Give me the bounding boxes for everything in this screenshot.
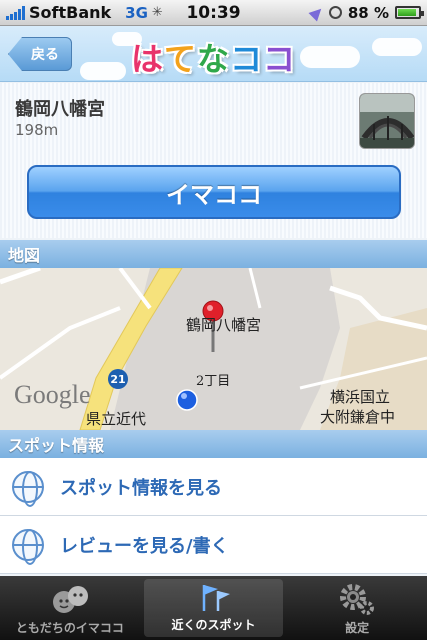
tab-label: 近くのスポット [171, 618, 256, 632]
nav-header: 戻る はてなココ [0, 26, 427, 82]
logo-char: コ [230, 40, 264, 78]
list-item-label: レビューを見る/書く [60, 535, 229, 557]
tab-label: 設定 [345, 621, 370, 635]
tab-settings[interactable]: 設定 [287, 576, 427, 640]
map-label-district: 2丁目 [196, 374, 231, 389]
globe-icon [12, 528, 44, 565]
list-item-spot-info[interactable]: スポット情報を見る [0, 458, 427, 516]
friends-icon [50, 582, 90, 616]
tab-nearby-spots[interactable]: 近くのスポット [143, 579, 284, 637]
route-shield-icon: 21 [108, 369, 128, 389]
globe-icon [12, 470, 44, 507]
list-item-label: スポット情報を見る [60, 477, 222, 499]
map-label-school-1: 横浜国立 [330, 388, 391, 406]
map-view[interactable]: 鶴岡八幡宮 2丁目 県立近代 横浜国立 大附鎌倉中 Google 21 [0, 268, 427, 430]
imacoco-button[interactable]: イマココ [27, 165, 401, 219]
current-location-icon [176, 389, 198, 411]
logo-char: コ [263, 40, 297, 78]
status-bar: SoftBank 3G ✳ 10:39 88 % [0, 0, 427, 26]
google-logo: Google [14, 380, 91, 409]
map-section-header: 地図 [0, 240, 427, 268]
logo-char: は [130, 40, 164, 78]
place-distance: 198m [15, 121, 59, 139]
spot-actions-list: スポット情報を見る レビューを見る/書く [0, 458, 427, 574]
place-thumbnail[interactable] [359, 93, 415, 149]
place-info-panel: 鶴岡八幡宮 198m イマココ [0, 83, 427, 238]
map-label-shrine: 鶴岡八幡宮 [186, 316, 262, 334]
logo-char: て [163, 40, 197, 78]
app-logo: はてなココ [0, 34, 427, 80]
map-label-museum: 県立近代 [86, 410, 147, 428]
tab-friends[interactable]: ともだちのイマココ [0, 576, 140, 640]
alarm-icon [328, 6, 342, 19]
place-name: 鶴岡八幡宮 [15, 99, 105, 120]
list-item-review[interactable]: レビューを見る/書く [0, 516, 427, 574]
battery-icon [395, 6, 424, 19]
map-label-school-2: 大附鎌倉中 [320, 408, 396, 426]
flags-icon [194, 579, 234, 613]
battery-percent: 88 % [347, 3, 389, 22]
gear-icon [337, 582, 377, 616]
tab-bar: ともだちのイマココ 近くのスポット 設定 [0, 576, 427, 640]
spot-section-header: スポット情報 [0, 430, 427, 458]
logo-char: な [196, 40, 230, 78]
location-arrow-icon [308, 4, 326, 21]
tab-label: ともだちのイマココ [15, 621, 124, 635]
